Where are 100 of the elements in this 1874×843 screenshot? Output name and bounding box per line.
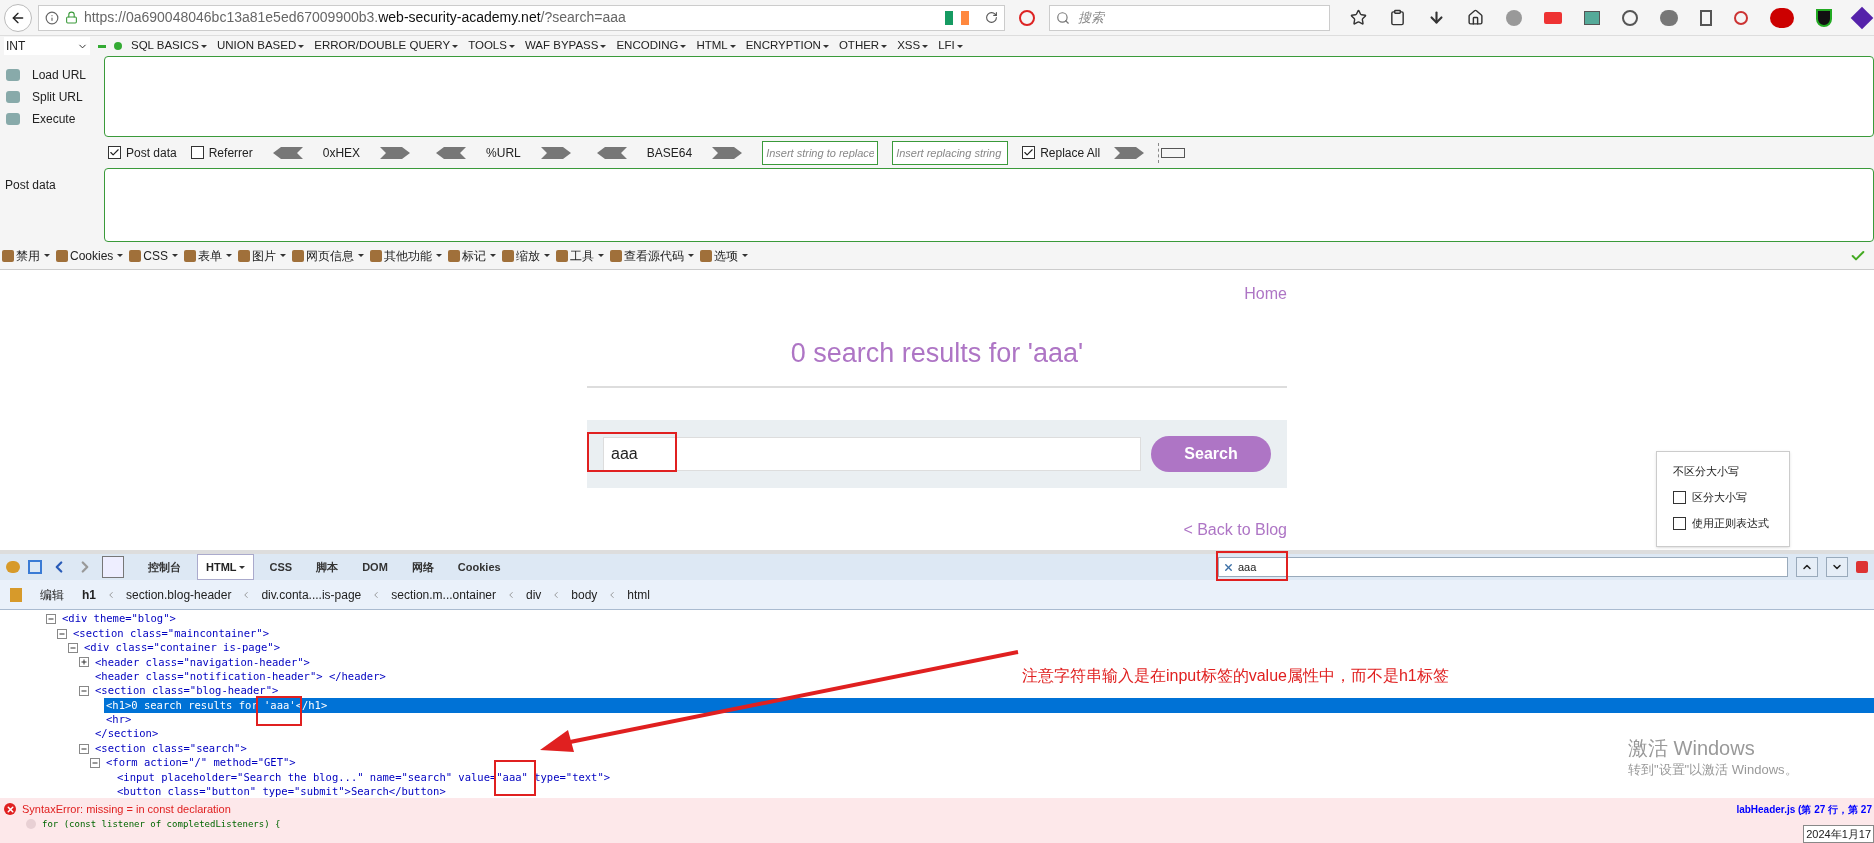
- caret-icon: [117, 254, 124, 257]
- code-line[interactable]: <button class="button" type="submit">Search</button>: [115, 784, 448, 800]
- collapse-icon[interactable]: [79, 743, 89, 754]
- back-button[interactable]: [4, 3, 32, 32]
- clipboard-icon[interactable]: [1389, 9, 1406, 26]
- hackbar-menu[interactable]: ENCODING: [616, 37, 687, 55]
- code-line[interactable]: <hr>: [104, 712, 134, 728]
- code-line[interactable]: </section>: [93, 726, 161, 743]
- shield-icon[interactable]: [1816, 8, 1832, 27]
- devtools-tab[interactable]: 网络: [403, 554, 442, 580]
- toolbar-menu[interactable]: 查看源代码: [610, 246, 695, 265]
- toolbar-menu[interactable]: CSS: [129, 246, 179, 265]
- hackbar-menu[interactable]: XSS: [897, 37, 929, 55]
- hackbar-menu[interactable]: TOOLS: [468, 37, 515, 55]
- toolbar-menu[interactable]: 工具: [556, 246, 605, 265]
- find-field[interactable]: aaa: [1218, 557, 1788, 577]
- code-line[interactable]: <section class="search">: [93, 740, 249, 757]
- collapse-icon[interactable]: [46, 614, 56, 625]
- info-icon: [44, 10, 59, 25]
- reload-icon[interactable]: [984, 11, 998, 24]
- hackbar-menu[interactable]: HTML: [696, 37, 736, 55]
- code-line[interactable]: <header class="notification-header"> </header>: [93, 668, 388, 685]
- collapse-icon[interactable]: [57, 628, 67, 639]
- collapse-icon[interactable]: [68, 642, 78, 653]
- address-bar[interactable]: https://0a690048046bc13a81e5ed67009900b3.web-security-academy.net/?search=aaa: [37, 4, 1005, 31]
- toolbar-menu[interactable]: 选项: [700, 246, 749, 265]
- collapse-icon[interactable]: [79, 686, 89, 697]
- devtools-tab[interactable]: 控制台: [140, 554, 189, 580]
- expand-icon[interactable]: [79, 657, 89, 668]
- hackbar-action[interactable]: Execute: [6, 109, 104, 128]
- breadcrumb[interactable]: body: [571, 585, 598, 604]
- download-icon[interactable]: [1428, 9, 1445, 26]
- code-line[interactable]: <header class="navigation-header">: [93, 654, 312, 671]
- next-button[interactable]: [1826, 557, 1848, 577]
- annotation-text: 注意字符串输入是在input标签的value属性中，而不是h1标签: [1022, 666, 1449, 686]
- url-input[interactable]: [104, 56, 1874, 137]
- blog-search-field[interactable]: aaa: [603, 436, 1141, 471]
- close-button[interactable]: [1856, 561, 1868, 573]
- toolbar-menu[interactable]: 标记: [448, 246, 497, 265]
- toolbar-menu[interactable]: 网页信息: [292, 246, 365, 265]
- hackbar-action[interactable]: Load URL: [6, 65, 104, 84]
- right-chevron-icon[interactable]: [540, 146, 571, 159]
- code-line[interactable]: <form action="/" method="GET">: [104, 755, 298, 771]
- post-data-input[interactable]: [104, 168, 1874, 242]
- breadcrumb[interactable]: section.blog-header: [126, 585, 232, 604]
- hackbar-menu[interactable]: ENCRYPTION: [745, 37, 829, 55]
- right-chevron-icon[interactable]: [380, 146, 411, 159]
- caret-icon: [881, 44, 888, 48]
- toolbar-menu[interactable]: 缩放: [502, 246, 551, 265]
- toolbar-menu[interactable]: 禁用: [2, 246, 50, 265]
- code-line[interactable]: <section class="maincontainer">: [71, 625, 271, 642]
- toolbar-menu[interactable]: 表单: [184, 246, 233, 265]
- breadcrumb[interactable]: h1: [82, 585, 96, 604]
- collapse-icon[interactable]: [90, 758, 100, 769]
- find-value: aaa: [1238, 559, 1257, 575]
- toolbar-menu[interactable]: Cookies: [56, 246, 124, 265]
- checkbox[interactable]: [108, 146, 121, 159]
- checkbox[interactable]: [1673, 491, 1686, 505]
- hackbar-menu[interactable]: WAF BYPASS: [524, 37, 607, 55]
- right-chevron-icon[interactable]: [712, 146, 743, 159]
- hackbar-action[interactable]: Split URL: [6, 87, 104, 106]
- hackbar-menu[interactable]: UNION BASED: [216, 37, 305, 55]
- breadcrumb[interactable]: div.conta....is-page: [261, 585, 362, 604]
- breadcrumb[interactable]: div: [526, 585, 542, 604]
- left-chevron-icon[interactable]: [436, 146, 467, 159]
- devtools-tab[interactable]: 脚本: [308, 554, 347, 580]
- hackbar-menu[interactable]: SQL BASICS: [131, 37, 207, 55]
- replace-field[interactable]: Insert string to replace: [762, 140, 879, 165]
- checkbox[interactable]: [1673, 516, 1686, 530]
- home-icon[interactable]: [1467, 9, 1484, 26]
- breadcrumb[interactable]: section.m...ontainer: [391, 585, 496, 604]
- devtools-tab[interactable]: Cookies: [449, 554, 509, 580]
- source-link[interactable]: labHeader.js (第 27 行，第 27: [1736, 802, 1872, 817]
- code-line[interactable]: <div theme="blog">: [60, 611, 178, 628]
- previous-button[interactable]: [1796, 557, 1818, 577]
- search-field[interactable]: 搜索: [1048, 4, 1330, 31]
- hackbar-menu[interactable]: OTHER: [838, 37, 888, 55]
- code-line[interactable]: <div class="container is-page">: [82, 640, 282, 656]
- left-chevron-icon[interactable]: [596, 146, 627, 159]
- devtools-tab[interactable]: DOM: [354, 554, 396, 580]
- replace-field[interactable]: Insert replacing string: [892, 140, 1009, 165]
- search-icon: [1055, 10, 1070, 25]
- checkbox[interactable]: [190, 146, 204, 159]
- toolbar-menu[interactable]: 图片: [238, 246, 287, 265]
- mode-select[interactable]: INT: [4, 37, 90, 55]
- checkbox[interactable]: [1022, 146, 1036, 159]
- back-link[interactable]: < Back to Blog: [1183, 517, 1287, 542]
- toolbar-menu[interactable]: 其他功能: [370, 246, 443, 265]
- left-chevron-icon[interactable]: [272, 146, 303, 159]
- breadcrumb[interactable]: html: [627, 585, 651, 604]
- clear-icon[interactable]: [1223, 561, 1234, 573]
- hackbar-menu[interactable]: ERROR/DOUBLE QUERY: [314, 37, 459, 55]
- right-chevron-icon[interactable]: [1114, 146, 1145, 159]
- devtools-tab[interactable]: CSS: [261, 554, 301, 580]
- code-line[interactable]: <section class="blog-header">: [93, 683, 281, 700]
- edit-button[interactable]: 编辑: [32, 585, 72, 604]
- minus-icon[interactable]: [98, 44, 106, 48]
- hackbar-menu[interactable]: LFI: [938, 37, 963, 55]
- devtools-tab[interactable]: HTML: [197, 554, 254, 580]
- bookmark-icon[interactable]: [1350, 9, 1367, 26]
